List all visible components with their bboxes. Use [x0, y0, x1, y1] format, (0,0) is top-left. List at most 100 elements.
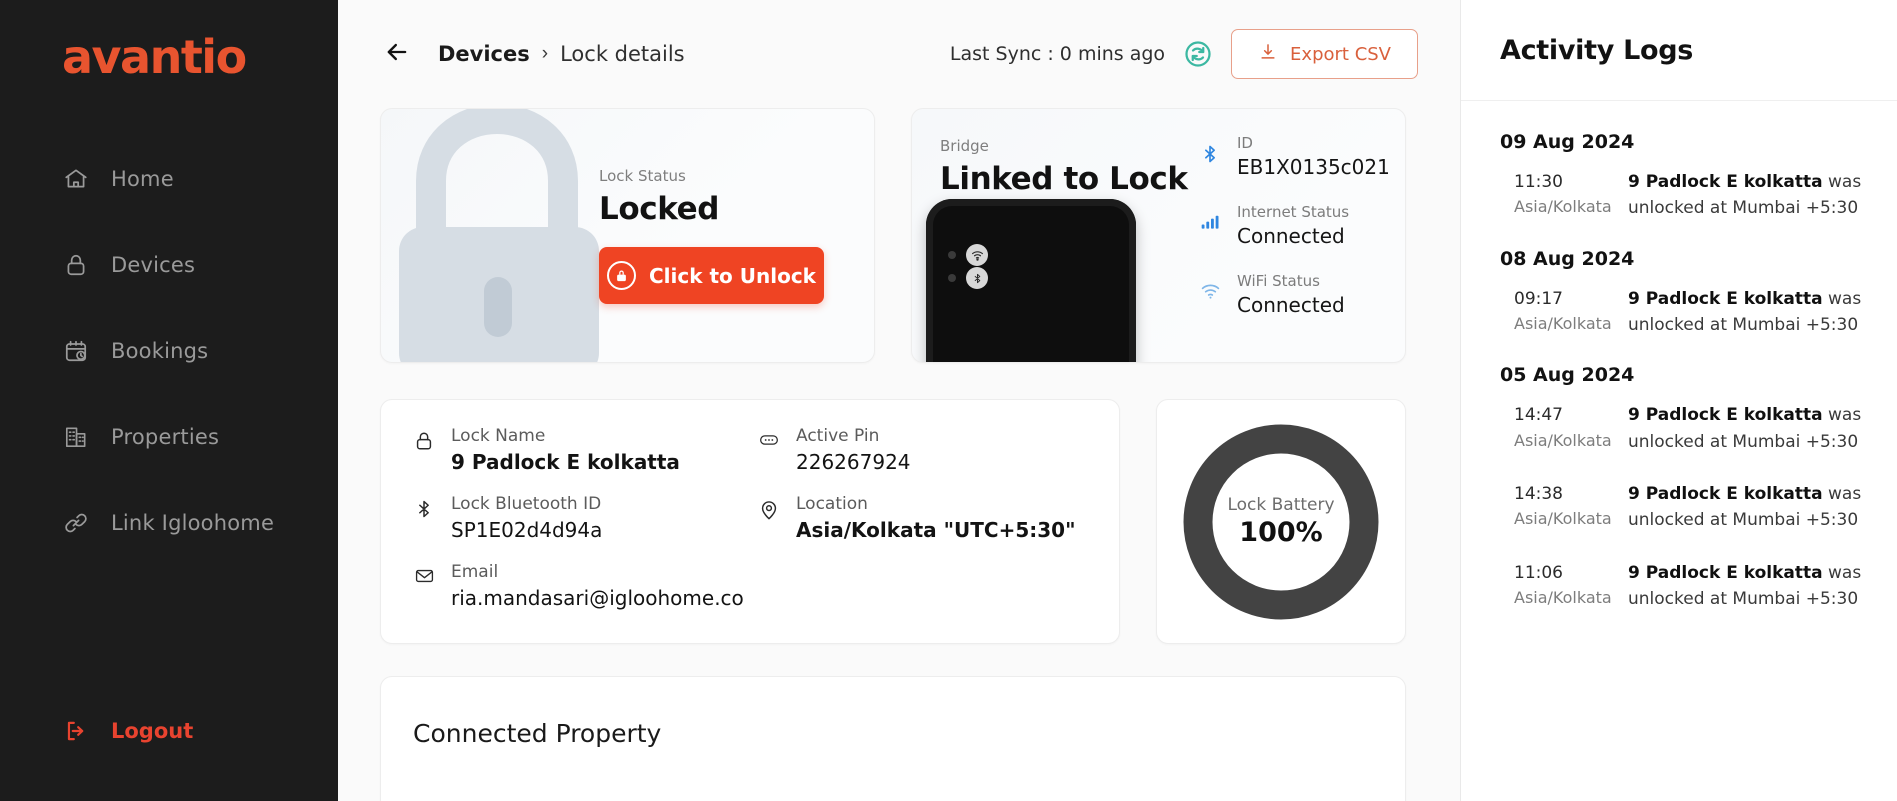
detail-value: SP1E02d4d94a — [451, 518, 603, 542]
activity-logs-panel: Activity Logs 09 Aug 2024 11:30 Asia/Kol… — [1460, 0, 1897, 801]
detail-value: 226267924 — [796, 450, 911, 474]
sidebar-item-devices[interactable]: Devices — [0, 242, 338, 288]
bridge-status-dot — [948, 251, 956, 259]
lock-details-column-2: Active Pin 226267924 Location Asia/Kolka… — [756, 426, 1076, 617]
detail-label: Email — [451, 562, 499, 582]
detail-email: Email ria.mandasari@igloohome.co — [411, 562, 756, 610]
back-button[interactable] — [380, 37, 414, 71]
sidebar-item-bookings[interactable]: Bookings — [0, 328, 338, 374]
log-entry-message: 9 Padlock E kolkatta was unlocked at Mum… — [1628, 481, 1873, 534]
log-group: 08 Aug 2024 09:17 Asia/Kolkata 9 Padlock… — [1500, 248, 1873, 339]
lock-status-card: Lock Status Locked Click to Unlock — [380, 108, 875, 363]
log-entry-subject: 9 Padlock E kolkatta — [1628, 484, 1823, 505]
logout-icon — [62, 717, 90, 745]
sidebar: avantio Home Devices Bookings Properties… — [0, 0, 338, 801]
app-root: avantio Home Devices Bookings Properties… — [0, 0, 1897, 801]
battery-donut-chart: Lock Battery 100% — [1180, 421, 1382, 623]
log-entry[interactable]: 11:06 Asia/Kolkata 9 Padlock E kolkatta … — [1500, 560, 1873, 613]
lock-closed-icon — [606, 261, 636, 290]
brand-logo[interactable]: avantio — [0, 0, 338, 80]
detail-label: Lock Name — [451, 426, 546, 446]
bridge-label: Bridge — [940, 137, 989, 155]
lock-details-column-1: Lock Name 9 Padlock E kolkatta Lock Blue… — [411, 426, 756, 617]
home-icon — [62, 165, 90, 193]
wifi-led-icon — [966, 244, 988, 266]
connected-property-title: Connected Property — [413, 719, 662, 748]
topbar: Devices › Lock details Last Sync : 0 min… — [338, 0, 1460, 108]
log-entry-subject: 9 Padlock E kolkatta — [1628, 288, 1823, 309]
log-entry-time-block: 09:17 Asia/Kolkata — [1514, 286, 1614, 339]
bridge-value: Linked to Lock — [940, 161, 1188, 197]
sidebar-item-home[interactable]: Home — [0, 156, 338, 202]
signal-bars-icon — [1197, 202, 1223, 232]
bridge-card: Bridge Linked to Lock ID EB1X0135c021 In… — [911, 108, 1406, 363]
log-entry-subject: 9 Padlock E kolkatta — [1628, 405, 1823, 426]
sidebar-item-link-igloohome[interactable]: Link Igloohome — [0, 500, 338, 546]
bridge-device-image — [926, 199, 1136, 362]
bridge-field-internet-status: Internet Status Connected — [1197, 202, 1390, 250]
battery-value: 100% — [1239, 517, 1323, 548]
breadcrumb: Devices › Lock details — [438, 42, 685, 66]
pin-dots-icon — [756, 426, 782, 474]
log-entry[interactable]: 11:30 Asia/Kolkata 9 Padlock E kolkatta … — [1500, 169, 1873, 222]
click-to-unlock-button[interactable]: Click to Unlock — [599, 247, 824, 304]
topbar-actions: Last Sync : 0 mins ago Export CSV — [950, 29, 1418, 79]
logout-button[interactable]: Logout — [0, 717, 193, 745]
last-sync-text: Last Sync : 0 mins ago — [949, 43, 1166, 65]
log-entry-message: 9 Padlock E kolkatta was unlocked at Mum… — [1628, 286, 1873, 339]
sidebar-item-label: Home — [111, 167, 174, 191]
log-entry-time: 11:30 — [1514, 172, 1563, 192]
activity-logs-title: Activity Logs — [1500, 34, 1694, 66]
content-area: Lock Status Locked Click to Unlock Bridg… — [338, 108, 1460, 801]
map-pin-icon — [756, 494, 782, 542]
lock-battery-card: Lock Battery 100% — [1156, 399, 1406, 644]
lock-status-label: Lock Status — [599, 167, 686, 185]
building-icon — [62, 423, 90, 451]
brand-logo-text: avantio — [62, 30, 247, 84]
bridge-field-value: Connected — [1237, 224, 1345, 248]
sidebar-item-properties[interactable]: Properties — [0, 414, 338, 460]
log-entry-time-block: 14:47 Asia/Kolkata — [1514, 402, 1614, 455]
refresh-icon[interactable] — [1183, 39, 1213, 69]
link-icon — [62, 509, 90, 537]
bridge-field-id: ID EB1X0135c021 — [1197, 133, 1390, 181]
log-entry-message: 9 Padlock E kolkatta was unlocked at Mum… — [1628, 560, 1873, 613]
download-icon — [1258, 42, 1278, 67]
bridge-field-label: ID — [1237, 134, 1253, 152]
chevron-right-icon: › — [541, 43, 549, 64]
connected-property-row: Connected Property — [380, 676, 1418, 801]
detail-lock-bluetooth-id: Lock Bluetooth ID SP1E02d4d94a — [411, 494, 756, 542]
log-entry[interactable]: 14:38 Asia/Kolkata 9 Padlock E kolkatta … — [1500, 481, 1873, 534]
log-entry-message: 9 Padlock E kolkatta was unlocked at Mum… — [1628, 169, 1873, 222]
detail-label: Active Pin — [796, 426, 880, 446]
log-entry-time: 11:06 — [1514, 562, 1563, 583]
log-entry-timezone: Asia/Kolkata — [1514, 588, 1612, 608]
lock-status-body: Lock Status Locked Click to Unlock — [599, 167, 824, 304]
bridge-field-value: Connected — [1237, 293, 1345, 317]
breadcrumb-current: Lock details — [560, 42, 685, 66]
log-entry[interactable]: 09:17 Asia/Kolkata 9 Padlock E kolkatta … — [1500, 286, 1873, 339]
main-content: Devices › Lock details Last Sync : 0 min… — [338, 0, 1460, 801]
detail-value: Asia/Kolkata "UTC+5:30" — [796, 518, 1076, 542]
lock-details-card: Lock Name 9 Padlock E kolkatta Lock Blue… — [380, 399, 1120, 644]
bluetooth-icon — [1197, 133, 1223, 165]
bridge-fields: ID EB1X0135c021 Internet Status Connecte… — [1197, 133, 1390, 319]
breadcrumb-devices[interactable]: Devices — [438, 42, 530, 66]
log-entry-time-block: 14:38 Asia/Kolkata — [1514, 481, 1614, 534]
connected-property-card: Connected Property — [380, 676, 1406, 801]
log-group-date: 05 Aug 2024 — [1500, 364, 1635, 387]
log-entry-time: 14:38 — [1514, 484, 1563, 505]
log-entry[interactable]: 14:47 Asia/Kolkata 9 Padlock E kolkatta … — [1500, 402, 1873, 455]
battery-label: Lock Battery — [1227, 495, 1335, 515]
bridge-field-wifi-status: WiFi Status Connected — [1197, 271, 1390, 319]
log-entry-time: 14:47 — [1514, 405, 1563, 426]
lock-status-value: Locked — [599, 191, 720, 227]
export-csv-button[interactable]: Export CSV — [1231, 29, 1418, 79]
logout-label: Logout — [111, 719, 194, 743]
log-entry-timezone: Asia/Kolkata — [1514, 314, 1612, 334]
sidebar-item-label: Properties — [111, 425, 220, 449]
log-entry-time-block: 11:06 Asia/Kolkata — [1514, 560, 1614, 613]
detail-location: Location Asia/Kolkata "UTC+5:30" — [756, 494, 1076, 542]
bridge-status-dot — [948, 274, 956, 282]
detail-value: ria.mandasari@igloohome.co — [451, 586, 744, 610]
